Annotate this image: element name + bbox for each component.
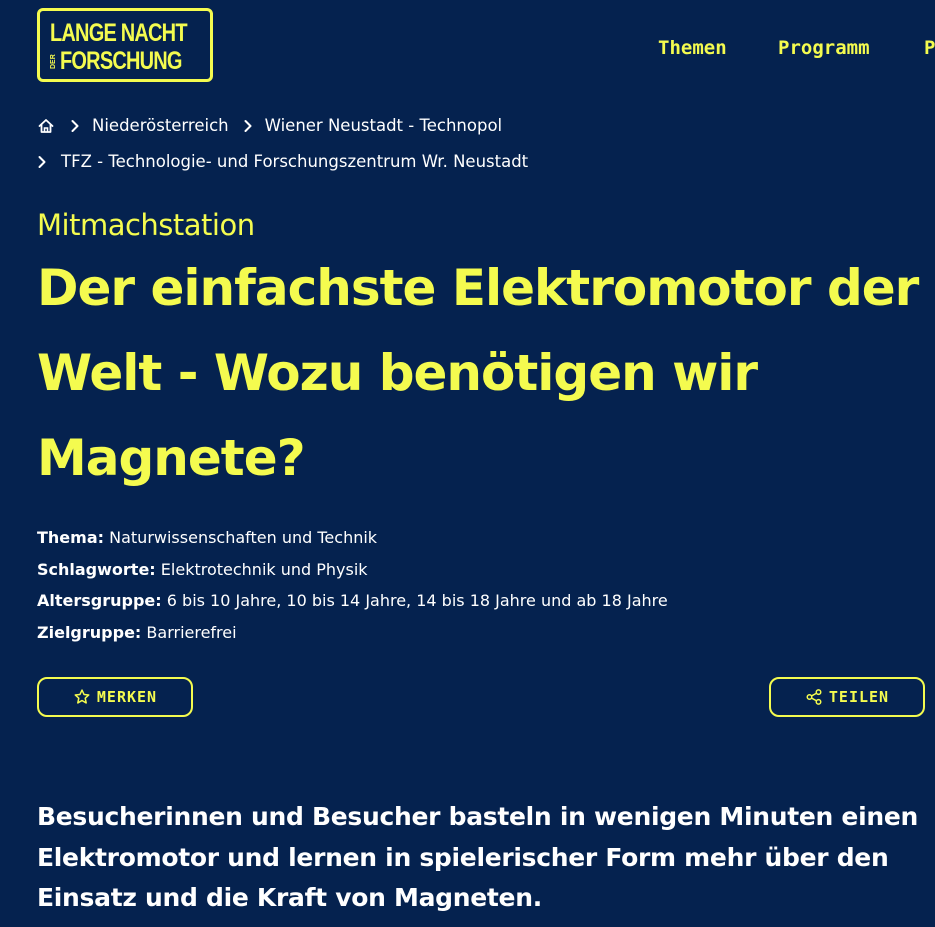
nav-item-truncated[interactable]: P — [924, 36, 935, 60]
nav-item-programm[interactable]: Programm — [778, 36, 870, 60]
meta-key: Altersgruppe: — [37, 591, 162, 610]
page-title-line: Welt - Wozu benötigen wir — [37, 344, 758, 402]
station-meta: Thema: Naturwissenschaften und Technik S… — [37, 522, 668, 648]
meta-altersgruppe: Altersgruppe: 6 bis 10 Jahre, 10 bis 14 … — [37, 585, 668, 617]
station-category: Mitmachstation — [37, 208, 255, 242]
intro-line: Besucherinnen und Besucher basteln in we… — [37, 802, 918, 831]
meta-thema: Thema: Naturwissenschaften und Technik — [37, 522, 668, 554]
intro-text: Besucherinnen und Besucher basteln in we… — [37, 797, 918, 919]
bookmark-button-label: MERKEN — [96, 688, 158, 706]
intro-line: Elektromotor und lernen in spielerischer… — [37, 842, 889, 872]
meta-key: Thema: — [37, 528, 105, 547]
breadcrumb: Niederösterreich Wiener Neustadt - Techn… — [37, 116, 502, 135]
page-title-line: Der einfachste Elektromotor der — [37, 259, 919, 317]
meta-value: Barrierefrei — [146, 622, 237, 642]
meta-value[interactable]: Elektrotechnik und Physik — [161, 560, 368, 579]
logo-text-der: DER — [50, 54, 57, 70]
page-title-line: Magnete? — [37, 429, 306, 487]
chevron-right-icon — [38, 155, 46, 168]
logo-text-line2: FORSCHUNG — [60, 47, 182, 75]
share-button[interactable]: TEILEN — [769, 677, 925, 717]
page-title: Der einfachste Elektromotor der Welt - W… — [37, 246, 935, 501]
nav-item-themen[interactable]: Themen — [658, 36, 727, 60]
bookmark-button[interactable]: MERKEN — [37, 677, 193, 717]
breadcrumb-item-niederoesterreich[interactable]: Niederösterreich — [92, 116, 229, 135]
chevron-right-icon — [71, 119, 79, 132]
meta-key: Zielgruppe: — [37, 622, 142, 642]
intro-line: Einsatz und die Kraft von Magneten. — [37, 883, 542, 912]
breadcrumb-item-wiener-neustadt[interactable]: Wiener Neustadt - Technopol — [265, 116, 503, 135]
share-button-label: TEILEN — [828, 688, 890, 706]
logo-text-line1: LANGE NACHT — [50, 19, 188, 47]
meta-zielgruppe: Zielgruppe: Barrierefrei — [37, 617, 668, 649]
chevron-right-icon — [244, 119, 252, 132]
home-icon[interactable] — [37, 117, 55, 135]
breadcrumb-row-2: TFZ - Technologie- und Forschungszentrum… — [37, 152, 528, 171]
meta-schlagworte: Schlagworte: Elektrotechnik und Physik — [37, 554, 668, 586]
site-logo[interactable]: LANGE NACHT DER FORSCHUNG — [37, 8, 213, 82]
breadcrumb-item-tfz[interactable]: TFZ - Technologie- und Forschungszentrum… — [61, 152, 528, 171]
share-icon — [806, 689, 822, 705]
meta-value[interactable]: Naturwissenschaften und Technik — [109, 528, 377, 547]
star-icon — [74, 689, 90, 704]
meta-value: 6 bis 10 Jahre, 10 bis 14 Jahre, 14 bis … — [166, 591, 668, 610]
meta-key: Schlagworte: — [37, 559, 156, 579]
